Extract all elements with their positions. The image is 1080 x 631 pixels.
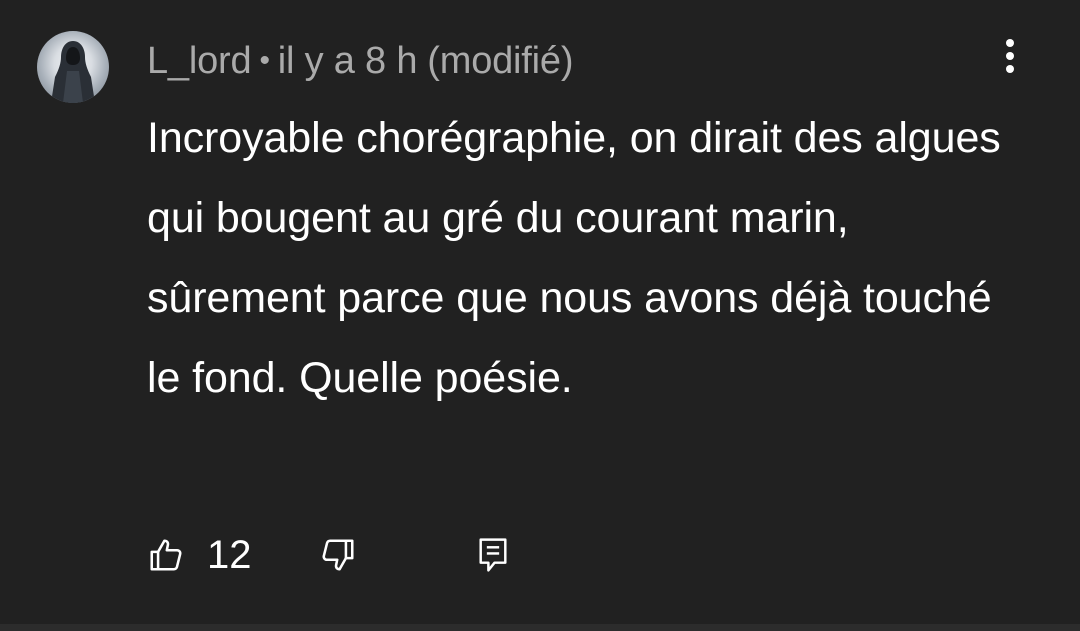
like-button[interactable] xyxy=(147,530,187,580)
bottom-divider xyxy=(0,624,1080,631)
comment-item: L_lord • il y a 8 h (modifié) Incroyable… xyxy=(0,0,1080,631)
meta-separator: • xyxy=(259,44,270,77)
avatar[interactable] xyxy=(37,31,109,103)
like-count: 12 xyxy=(207,532,252,577)
comment-actions: 12 xyxy=(147,530,514,580)
hooded-figure-icon xyxy=(51,41,95,103)
comment-text: Incroyable chorégraphie, on dirait des a… xyxy=(147,114,1001,402)
comment-timestamp[interactable]: il y a 8 h xyxy=(278,40,418,83)
dislike-button[interactable] xyxy=(319,530,474,580)
reply-comment-icon xyxy=(479,538,507,572)
reply-button[interactable] xyxy=(474,530,514,580)
thumbs-up-icon xyxy=(150,539,182,571)
comment-menu-button[interactable] xyxy=(990,34,1030,78)
author-name[interactable]: L_lord xyxy=(147,40,252,83)
thumbs-down-icon xyxy=(322,539,354,571)
edited-label: (modifié) xyxy=(427,39,574,82)
more-vertical-icon xyxy=(1006,39,1014,73)
comment-header: L_lord • il y a 8 h (modifié) xyxy=(147,36,573,86)
